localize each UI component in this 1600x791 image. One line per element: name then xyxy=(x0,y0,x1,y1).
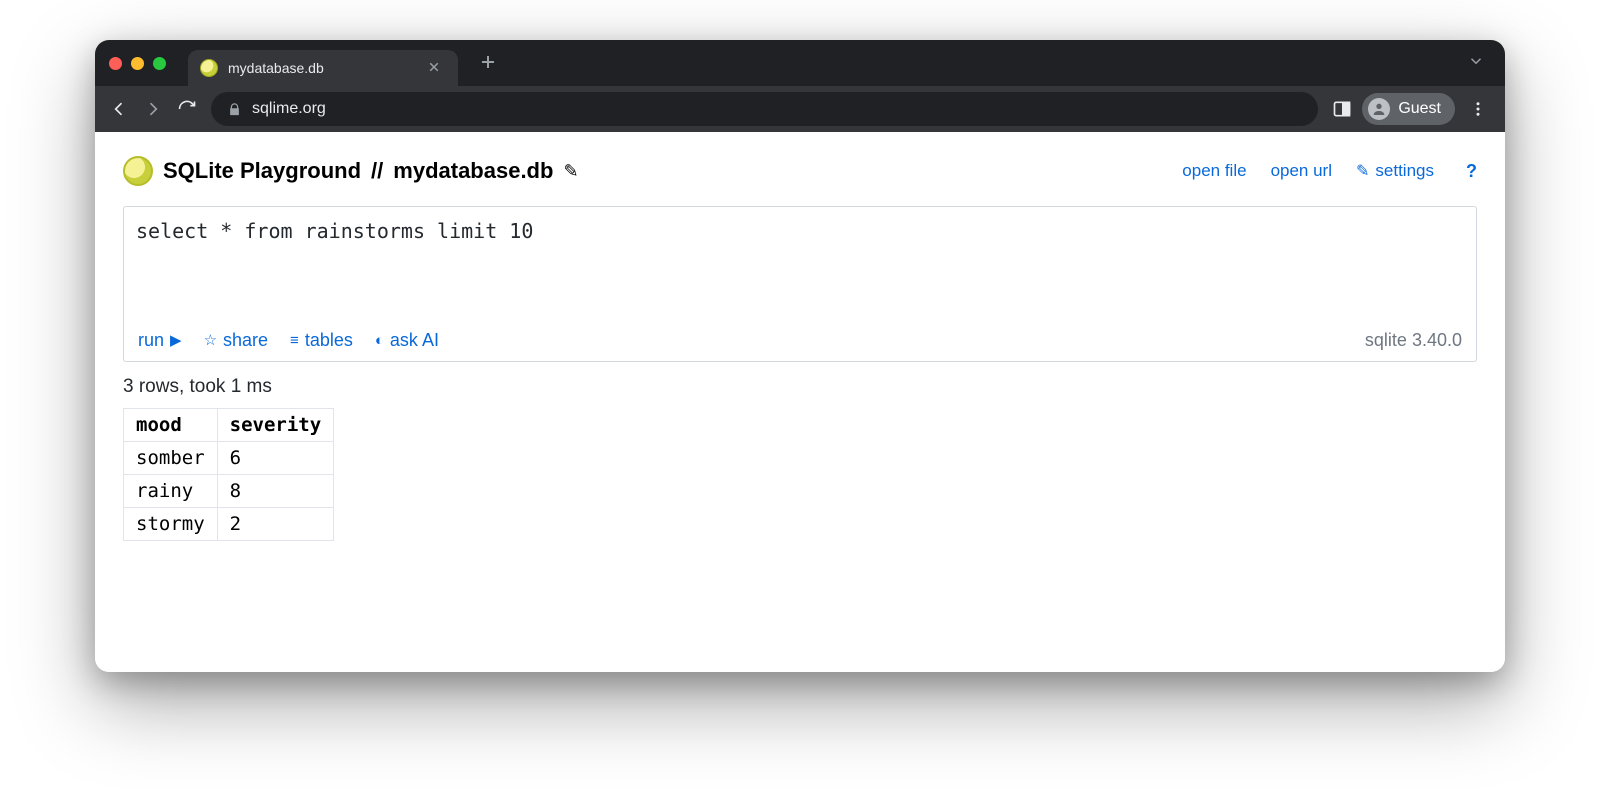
star-icon: ☆ xyxy=(204,333,217,348)
profile-button[interactable]: Guest xyxy=(1362,93,1455,125)
tab-strip: mydatabase.db xyxy=(95,40,1505,86)
minimize-window-button[interactable] xyxy=(131,57,144,70)
open-file-link[interactable]: open file xyxy=(1182,161,1246,181)
table-row: rainy 8 xyxy=(124,475,334,508)
result-status: 3 rows, took 1 ms xyxy=(123,376,1477,398)
page-header: SQLite Playground // mydatabase.db ✎ ope… xyxy=(123,156,1477,186)
browser-window: mydatabase.db xyxy=(95,40,1505,672)
avatar-icon xyxy=(1368,98,1390,120)
sql-input[interactable] xyxy=(124,207,1476,317)
table-header-row: mood severity xyxy=(124,409,334,442)
browser-tab[interactable]: mydatabase.db xyxy=(188,50,458,86)
db-name: mydatabase.db xyxy=(393,158,553,184)
play-icon: ▶ xyxy=(170,333,182,348)
run-button[interactable]: run ▶ xyxy=(138,330,182,351)
table-row: stormy 2 xyxy=(124,508,334,541)
app-title: SQLite Playground xyxy=(163,158,361,184)
share-button[interactable]: ☆ share xyxy=(204,330,268,351)
table-row: somber 6 xyxy=(124,442,334,475)
cell: rainy xyxy=(124,475,218,508)
window-controls xyxy=(109,57,166,70)
sqlite-version: sqlite 3.40.0 xyxy=(1365,330,1462,351)
browser-menu-button[interactable] xyxy=(1465,100,1491,118)
page-content: SQLite Playground // mydatabase.db ✎ ope… xyxy=(95,132,1505,672)
tab-title: mydatabase.db xyxy=(228,60,414,76)
lock-icon xyxy=(227,102,242,117)
globe-icon: ◐ xyxy=(375,333,384,348)
list-icon: ≡ xyxy=(290,333,299,348)
ask-ai-button[interactable]: ◐ ask AI xyxy=(375,330,439,351)
help-link[interactable]: ? xyxy=(1458,161,1477,182)
cell: 2 xyxy=(217,508,334,541)
back-button[interactable] xyxy=(109,99,129,119)
sql-editor: run ▶ ☆ share ≡ tables ◐ ask AI sqlite 3… xyxy=(123,206,1477,362)
header-links: open file open url ✎settings ? xyxy=(1182,161,1477,182)
title-separator: // xyxy=(371,158,383,184)
browser-toolbar: sqlime.org Guest xyxy=(95,86,1505,132)
maximize-window-button[interactable] xyxy=(153,57,166,70)
reload-button[interactable] xyxy=(177,99,197,119)
cell: stormy xyxy=(124,508,218,541)
browser-chrome: mydatabase.db xyxy=(95,40,1505,132)
editor-toolbar: run ▶ ☆ share ≡ tables ◐ ask AI sqlite 3… xyxy=(124,322,1476,361)
edit-db-name-button[interactable]: ✎ xyxy=(563,161,578,182)
url-text: sqlime.org xyxy=(252,100,326,118)
side-panel-button[interactable] xyxy=(1332,99,1352,119)
cell: somber xyxy=(124,442,218,475)
address-bar[interactable]: sqlime.org xyxy=(211,92,1318,126)
close-window-button[interactable] xyxy=(109,57,122,70)
favicon-icon xyxy=(200,59,218,77)
close-tab-button[interactable] xyxy=(424,57,444,79)
tab-list-button[interactable] xyxy=(1467,57,1485,74)
cell: 6 xyxy=(217,442,334,475)
tables-button[interactable]: ≡ tables xyxy=(290,330,353,351)
settings-link[interactable]: ✎settings xyxy=(1356,161,1434,181)
forward-button[interactable] xyxy=(143,99,163,119)
app-logo-icon xyxy=(123,156,153,186)
open-url-link[interactable]: open url xyxy=(1271,161,1332,181)
profile-label: Guest xyxy=(1398,100,1441,118)
results-table: mood severity somber 6 rainy 8 stormy 2 xyxy=(123,408,334,541)
col-header-severity: severity xyxy=(217,409,334,442)
new-tab-button[interactable] xyxy=(472,46,504,80)
toolbar-right: Guest xyxy=(1332,93,1491,125)
col-header-mood: mood xyxy=(124,409,218,442)
settings-icon: ✎ xyxy=(1356,161,1369,181)
cell: 8 xyxy=(217,475,334,508)
